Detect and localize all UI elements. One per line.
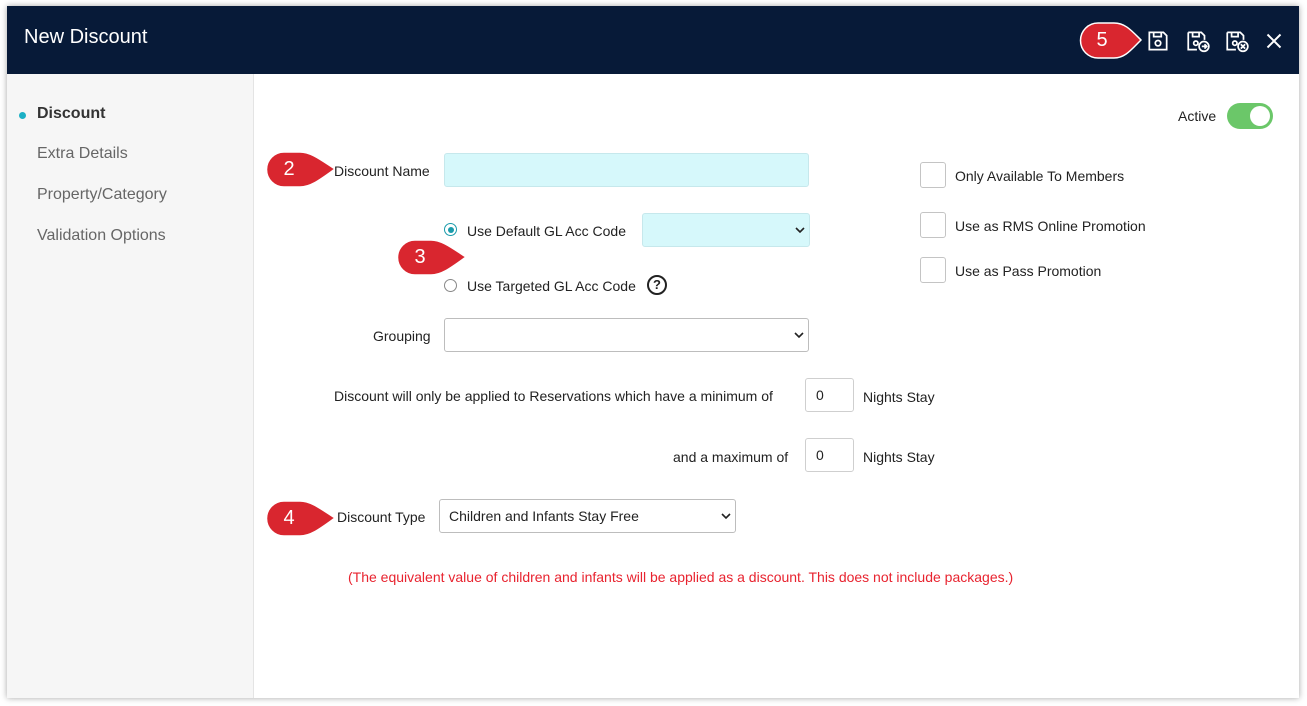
sidebar: [7, 74, 254, 698]
grouping-select[interactable]: [444, 318, 809, 352]
default-gl-select[interactable]: [642, 213, 810, 247]
sidebar-item-discount[interactable]: Discount: [37, 105, 105, 123]
chevron-down-icon: [795, 227, 805, 234]
pass-promotion-checkbox[interactable]: [920, 257, 946, 283]
max-nights-unit: Nights Stay: [863, 449, 935, 465]
help-icon[interactable]: ?: [647, 275, 667, 295]
close-icon[interactable]: [1261, 28, 1287, 54]
min-nights-input[interactable]: 0: [805, 378, 854, 412]
chevron-down-icon: [721, 513, 731, 520]
targeted-gl-label: Use Targeted GL Acc Code: [467, 278, 636, 294]
new-discount-dialog: New Discount 5 Discount Extra Details Pr…: [7, 6, 1299, 698]
max-nights-label: and a maximum of: [673, 449, 789, 465]
only-members-label: Only Available To Members: [955, 168, 1125, 184]
rms-online-promotion-label: Use as RMS Online Promotion: [955, 218, 1146, 234]
sidebar-item-validation-options[interactable]: Validation Options: [37, 227, 166, 245]
discount-type-select[interactable]: Children and Infants Stay Free: [439, 499, 736, 533]
active-toggle[interactable]: [1227, 103, 1273, 129]
max-nights-input[interactable]: 0: [805, 438, 854, 472]
pass-promotion-label: Use as Pass Promotion: [955, 263, 1102, 279]
callout-4: 4: [265, 500, 337, 537]
save-icon[interactable]: [1145, 28, 1171, 54]
chevron-down-icon: [794, 332, 804, 339]
targeted-gl-radio[interactable]: [444, 279, 457, 292]
default-gl-radio[interactable]: [444, 223, 457, 236]
discount-name-label: Discount Name: [334, 163, 430, 179]
active-indicator-dot: [19, 112, 26, 119]
callout-2: 2: [265, 151, 337, 188]
rms-online-promotion-checkbox[interactable]: [920, 212, 946, 238]
sidebar-item-property-category[interactable]: Property/Category: [37, 186, 167, 204]
discount-type-value: Children and Infants Stay Free: [449, 508, 639, 524]
toggle-knob: [1250, 106, 1270, 126]
sidebar-item-extra-details[interactable]: Extra Details: [37, 145, 128, 163]
dialog-title: New Discount: [24, 26, 148, 48]
discount-name-input[interactable]: [444, 153, 809, 187]
title-bar: New Discount 5: [7, 6, 1299, 74]
callout-3: 3: [396, 239, 468, 276]
save-and-close-icon[interactable]: [1224, 28, 1250, 54]
only-members-checkbox[interactable]: [920, 162, 946, 188]
discount-type-label: Discount Type: [337, 509, 426, 525]
callout-5: 5: [1079, 22, 1145, 59]
min-nights-unit: Nights Stay: [863, 389, 935, 405]
save-and-new-icon[interactable]: [1185, 28, 1211, 54]
active-label: Active: [1178, 108, 1217, 124]
default-gl-label: Use Default GL Acc Code: [467, 223, 627, 239]
discount-type-note: (The equivalent value of children and in…: [348, 569, 1014, 585]
grouping-label: Grouping: [373, 328, 431, 344]
min-nights-label: Discount will only be applied to Reserva…: [334, 388, 773, 404]
